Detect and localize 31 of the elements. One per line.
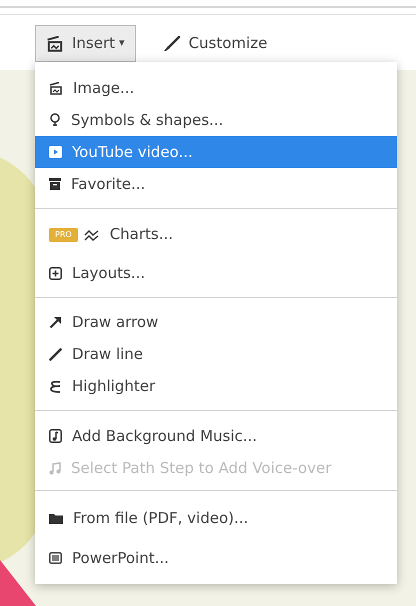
menu-item[interactable]: Favorite... xyxy=(35,168,397,200)
play-icon xyxy=(49,146,62,158)
folder-icon xyxy=(49,512,63,524)
zigzag-chart-icon xyxy=(84,228,100,240)
arrow-icon xyxy=(49,316,62,328)
list-icon xyxy=(49,552,62,564)
image-icon xyxy=(49,82,63,94)
music-note-icon xyxy=(49,462,61,474)
menu-item[interactable]: PRO Charts... xyxy=(35,215,397,254)
lightbulb-icon xyxy=(49,113,61,127)
menu-item[interactable]: Image... xyxy=(35,72,397,104)
music-note-icon xyxy=(49,429,62,443)
brush-icon xyxy=(162,36,181,52)
menu-item[interactable]: Add Background Music... xyxy=(35,420,397,452)
pro-badge: PRO xyxy=(49,228,78,242)
squiggle-icon xyxy=(49,380,62,392)
insert-button[interactable]: Insert ▾ xyxy=(35,25,136,62)
menu-item[interactable]: PowerPoint... xyxy=(35,538,397,578)
archive-box-icon xyxy=(49,178,61,190)
menu-item[interactable]: Symbols & shapes... xyxy=(35,104,397,136)
menu-item[interactable]: Layouts... xyxy=(35,254,397,293)
image-icon xyxy=(46,36,64,52)
line-icon xyxy=(49,348,62,360)
plus-square-icon xyxy=(49,267,62,280)
customize-button[interactable]: Customize xyxy=(152,25,278,62)
menu-item[interactable]: YouTube video... xyxy=(35,136,397,168)
menu-item[interactable]: From file (PDF, video)... xyxy=(35,498,397,538)
menu-item[interactable]: Draw line xyxy=(35,338,397,370)
menu-item[interactable]: Draw arrow xyxy=(35,306,397,338)
menu-item[interactable]: Highlighter xyxy=(35,370,397,402)
caret-icon: ▾ xyxy=(119,35,125,52)
